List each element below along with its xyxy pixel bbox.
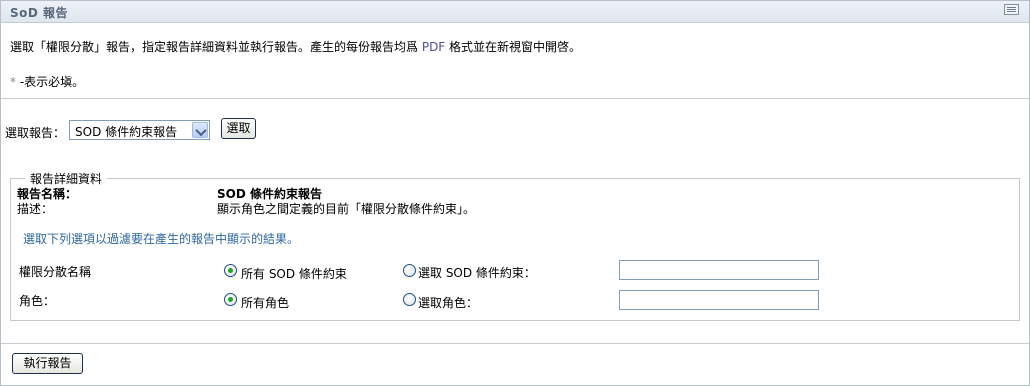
collapse-icon[interactable] [1004,4,1019,15]
report-select-dropdown[interactable]: SOD 條件約束報告 [69,120,210,140]
sod-select-radio[interactable] [403,264,416,277]
required-text: -表示必塡。 [16,75,85,89]
instructions-pdf: PDF [421,40,446,54]
panel-title: SoD 報告 [10,6,69,20]
role-select-label[interactable]: 選取角色： [418,294,478,311]
report-desc-value: 顯示角色之間定義的目前「權限分散條件約束」。 [217,202,476,216]
report-desc-label: 描述： [17,202,54,216]
divider [1,343,1029,344]
chevron-down-icon[interactable] [192,122,208,138]
role-label: 角色： [19,294,56,308]
choose-report-button[interactable]: 選取 [221,118,256,139]
report-select-label: 選取報告： [5,126,66,140]
role-input[interactable] [619,290,819,310]
sod-select-label[interactable]: 選取 SOD 條件約束： [418,264,536,281]
required-note: * -表示必塡。 [10,73,84,90]
role-select-radio[interactable] [403,293,416,306]
panel-titlebar: SoD 報告 [1,1,1029,23]
sod-all-radio[interactable] [224,264,237,277]
role-all-label[interactable]: 所有角色 [241,294,289,311]
sod-report-panel: SoD 報告 選取「權限分散」報告，指定報告詳細資料並執行報告。產生的每份報告均… [0,0,1030,386]
filter-note: 選取下列選項以過濾要在產生的報告中顯示的結果。 [23,232,300,246]
report-details-fieldset [10,178,1020,321]
sod-name-input[interactable] [619,260,819,280]
report-select-value: SOD 條件約束報告 [75,125,178,139]
run-report-button[interactable]: 執行報告 [12,353,83,374]
sod-name-label: 權限分散名稱 [19,265,92,279]
instructions-before: 選取「權限分散」報告，指定報告詳細資料並執行報告。產生的每份報告均爲 [10,40,422,54]
divider [1,98,1029,99]
role-all-radio[interactable] [224,293,237,306]
instructions-after: 格式並在新視窗中開啓。 [445,40,582,54]
sod-all-label[interactable]: 所有 SOD 條件約束 [241,265,347,282]
instructions-text: 選取「權限分散」報告，指定報告詳細資料並執行報告。產生的每份報告均爲 PDF 格… [10,38,581,55]
